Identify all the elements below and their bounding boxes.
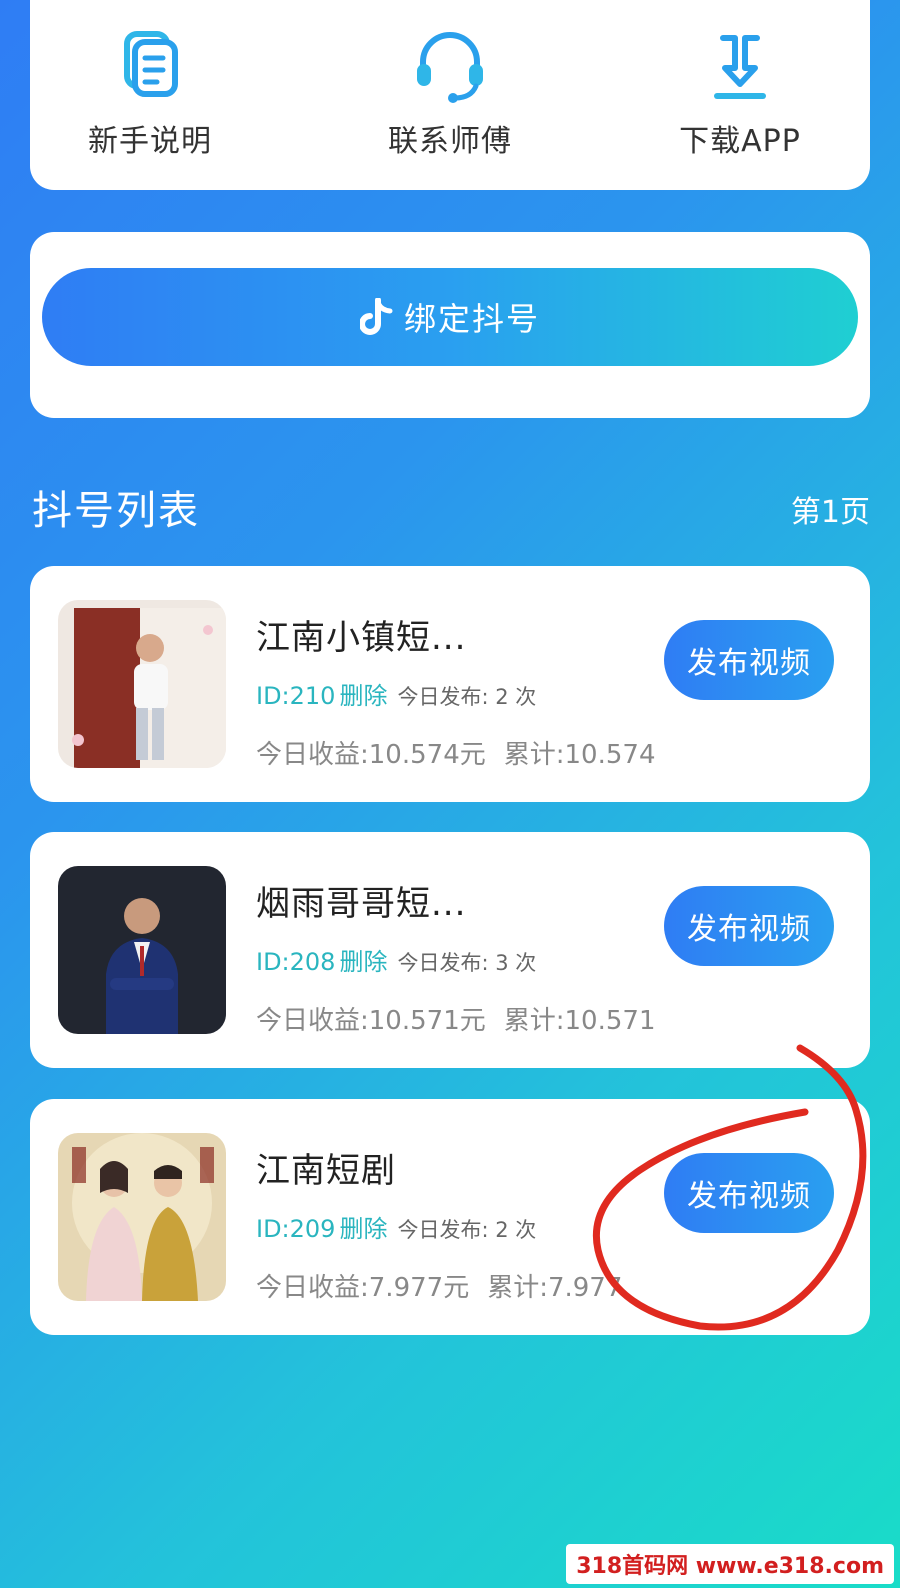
account-name: 江南短剧 [256, 1151, 396, 1191]
guide-doc-icon [124, 31, 178, 97]
today-publish-count: 今日发布: 3 次 [397, 951, 537, 975]
account-earnings: 今日收益:10.574元 累计:10.574 [256, 734, 656, 771]
account-name: 江南小镇短... [256, 618, 467, 658]
bind-account-button[interactable]: 绑定抖号 [42, 268, 858, 366]
account-list-title: 抖号列表 [32, 488, 200, 534]
delete-link[interactable]: 删除 [339, 1215, 387, 1243]
quick-action-label: 联系师傅 [388, 124, 512, 159]
delete-link[interactable]: 删除 [339, 948, 387, 976]
publish-video-button[interactable]: 发布视频 [664, 886, 834, 966]
account-earnings: 今日收益:10.571元 累计:10.571 [256, 1000, 656, 1037]
quick-actions-card: 新手说明 联系师傅 下载APP [30, 0, 870, 190]
total-income: 累计:7.977 [487, 1273, 623, 1303]
page-indicator: 第1页 [790, 495, 870, 530]
bind-account-card: 绑定抖号 [30, 232, 870, 418]
quick-action-contact[interactable]: 联系师傅 [350, 20, 550, 160]
quick-action-guide[interactable]: 新手说明 [50, 20, 250, 160]
account-id: ID:209 [256, 1215, 336, 1243]
account-avatar [58, 600, 226, 768]
account-name: 烟雨哥哥短... [256, 884, 467, 924]
account-meta: ID:209 删除 今日发布: 2 次 [256, 1209, 536, 1244]
quick-action-label: 下载APP [679, 124, 801, 159]
headset-icon [417, 32, 483, 103]
today-income: 今日收益:7.977元 [256, 1273, 470, 1303]
account-avatar [58, 1133, 226, 1301]
account-meta: ID:208 删除 今日发布: 3 次 [256, 942, 536, 977]
publish-video-button[interactable]: 发布视频 [664, 620, 834, 700]
account-meta: ID:210 删除 今日发布: 2 次 [256, 676, 536, 711]
quick-action-label: 新手说明 [88, 124, 212, 159]
today-income: 今日收益:10.571元 [256, 1006, 486, 1036]
total-income: 累计:10.574 [503, 740, 656, 770]
site-watermark: 318首码网 www.e318.com [566, 1544, 894, 1584]
account-card: 江南小镇短... ID:210 删除 今日发布: 2 次 今日收益:10.574元累… [30, 566, 870, 802]
account-id: ID:208 [256, 948, 336, 976]
account-card: 烟雨哥哥短... ID:208 删除 今日发布: 3 次 今日收益:10.571元累… [30, 832, 870, 1068]
quick-action-download[interactable]: 下载APP [640, 20, 840, 160]
tiktok-note-icon [359, 298, 393, 335]
account-avatar [58, 866, 226, 1034]
total-income: 累计:10.571 [503, 1006, 656, 1036]
today-income: 今日收益:10.574元 [256, 740, 486, 770]
bind-account-label: 绑定抖号 [403, 300, 540, 338]
today-publish-count: 今日发布: 2 次 [397, 685, 537, 709]
account-earnings: 今日收益:7.977元 累计:7.977 [256, 1267, 622, 1304]
account-id: ID:210 [256, 682, 336, 710]
delete-link[interactable]: 删除 [339, 682, 387, 710]
today-publish-count: 今日发布: 2 次 [397, 1218, 537, 1242]
publish-video-button[interactable]: 发布视频 [664, 1153, 834, 1233]
account-card: 江南短剧 ID:209 删除 今日发布: 2 次 今日收益:7.977元 累计:7.9… [30, 1099, 870, 1335]
download-icon [714, 35, 766, 99]
